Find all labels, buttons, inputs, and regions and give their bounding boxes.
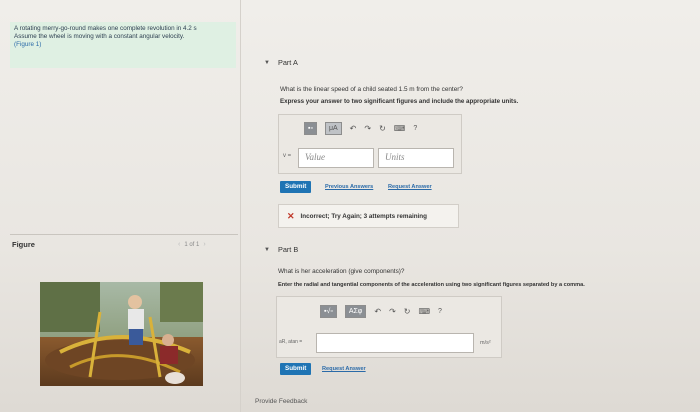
part-a-submit-button[interactable]: Submit	[280, 181, 312, 193]
next-figure-button[interactable]: ›	[203, 241, 205, 248]
value-input[interactable]: Value	[298, 148, 374, 168]
keyboard-icon[interactable]: ⌨	[418, 307, 430, 316]
figure-label: Figure	[12, 240, 35, 249]
acceleration-input[interactable]	[316, 333, 474, 353]
provide-feedback-link[interactable]: Provide Feedback	[255, 398, 307, 405]
problem-line-1: A rotating merry-go-round makes one comp…	[14, 25, 197, 32]
part-b-header[interactable]: ▼ Part B	[264, 245, 298, 254]
part-b-request-answer-link[interactable]: Request Answer	[322, 366, 366, 372]
part-a-variable-label: v =	[283, 153, 292, 159]
units-input[interactable]: Units	[378, 148, 454, 168]
part-b-submit-button[interactable]: Submit	[280, 363, 312, 375]
part-b-variable-label: aR, atan =	[279, 339, 303, 345]
help-icon[interactable]: ?	[413, 125, 417, 132]
redo-icon[interactable]: ↷	[389, 307, 396, 316]
error-x-icon: ✕	[287, 210, 295, 221]
templates-button[interactable]: ▪√▫	[320, 305, 337, 318]
greek-symbols-button[interactable]: AΣφ	[344, 305, 367, 318]
page: A rotating merry-go-round makes one comp…	[0, 0, 700, 412]
redo-icon[interactable]: ↷	[364, 124, 371, 133]
reset-icon[interactable]: ↻	[404, 307, 411, 316]
prev-figure-button[interactable]: ‹	[178, 241, 180, 248]
keyboard-icon[interactable]: ⌨	[394, 124, 406, 133]
problem-line-2: Assume the wheel is moving with a consta…	[14, 33, 185, 40]
figure-image-merry-go-round	[40, 282, 203, 386]
figure-pager: ‹ 1 of 1 ›	[178, 241, 206, 248]
help-icon[interactable]: ?	[438, 308, 442, 315]
part-a-toolbar: ▪▫ μA ↶ ↷ ↻ ⌨ ?	[304, 122, 417, 135]
incorrect-feedback: ✕ Incorrect; Try Again; 3 attempts remai…	[278, 204, 459, 228]
acceleration-units: m/s²	[480, 340, 491, 346]
part-a-instruction: Express your answer to two significant f…	[280, 98, 519, 105]
reset-icon[interactable]: ↻	[379, 124, 386, 133]
previous-answers-link[interactable]: Previous Answers	[325, 184, 373, 190]
part-b-instruction: Enter the radial and tangential componen…	[278, 282, 585, 288]
part-b-toolbar: ▪√▫ AΣφ ↶ ↷ ↻ ⌨ ?	[320, 305, 442, 318]
part-a-header[interactable]: ▼ Part A	[264, 58, 298, 67]
part-a-title: Part A	[277, 58, 298, 67]
units-button[interactable]: μA	[324, 122, 342, 135]
feedback-text: Incorrect; Try Again; 3 attempts remaini…	[300, 212, 427, 220]
part-a-request-answer-link[interactable]: Request Answer	[388, 184, 432, 190]
undo-icon[interactable]: ↶	[350, 124, 357, 133]
part-b-question: What is her acceleration (give component…	[278, 268, 405, 275]
problem-statement: A rotating merry-go-round makes one comp…	[10, 22, 236, 68]
figure-count: 1 of 1	[184, 241, 200, 248]
part-b-title: Part B	[277, 245, 299, 254]
figure-link[interactable]: (Figure 1)	[14, 41, 232, 49]
collapse-caret-icon: ▼	[264, 246, 270, 253]
divider	[10, 234, 238, 235]
templates-button[interactable]: ▪▫	[304, 122, 317, 135]
collapse-caret-icon: ▼	[264, 59, 270, 66]
part-a-question: What is the linear speed of a child seat…	[280, 86, 463, 93]
column-divider	[240, 0, 241, 412]
undo-icon[interactable]: ↶	[374, 307, 381, 316]
